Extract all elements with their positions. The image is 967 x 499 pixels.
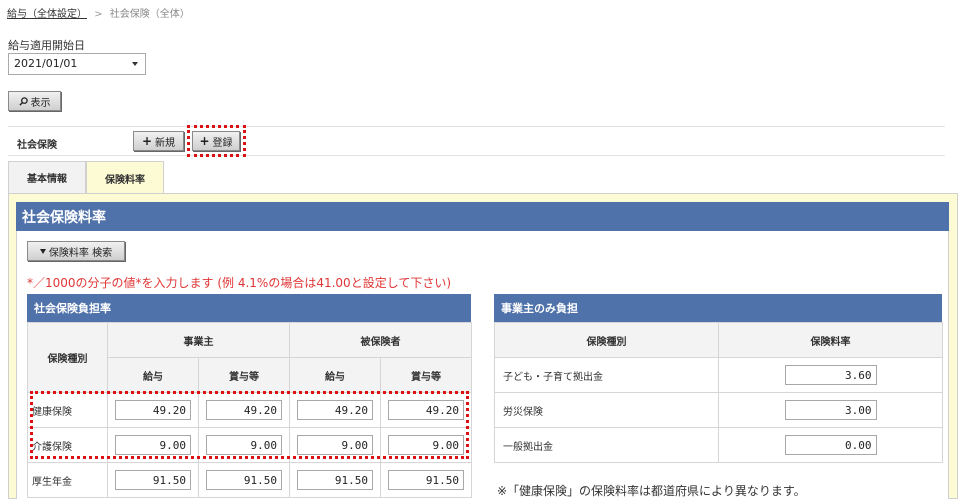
breadcrumb-link-salary-settings[interactable]: 給与（全体設定） xyxy=(7,9,87,20)
chevron-down-icon xyxy=(132,62,138,66)
input-note: *／1000の分子の値*を入力します (例 4.1%の場合は41.00と設定して… xyxy=(27,276,452,290)
show-button-label: 表示 xyxy=(30,97,51,109)
general-contribution-rate-input[interactable] xyxy=(784,435,877,455)
section-label: 社会保険 xyxy=(17,140,57,151)
table-row: 労災保険 xyxy=(494,392,943,428)
pension-employee-salary-input[interactable] xyxy=(297,470,373,490)
pension-employee-bonus-input[interactable] xyxy=(388,470,464,490)
row-label-child-contribution: 子ども・子育て拠出金 xyxy=(494,357,719,393)
panel-title: 社会保険料率 xyxy=(16,202,949,231)
rate-search-toggle-button[interactable]: 保険料率 検索 xyxy=(27,241,125,261)
col-header-rate: 保険料率 xyxy=(718,322,943,358)
row-label-general-contribution: 一般拠出金 xyxy=(494,427,719,463)
employer-table: 保険種別 保険料率 子ども・子育て拠出金 労災保険 一般拠出金 xyxy=(494,322,943,463)
register-highlight-box xyxy=(187,125,246,157)
tab-insurance-rates[interactable]: 保険料率 xyxy=(86,161,164,194)
prefecture-note: ※「健康保険」の保険料率は都道府県により異なります。 xyxy=(497,484,806,498)
new-button[interactable]: + 新規 xyxy=(133,131,184,151)
col-group-employee: 被保険者 xyxy=(289,322,472,358)
date-select[interactable]: 2021/01/01 xyxy=(8,53,146,75)
search-icon xyxy=(18,96,28,106)
col-header-employee-salary: 給与 xyxy=(289,357,381,393)
employer-table-title: 事業主のみ負担 xyxy=(494,294,942,322)
breadcrumb-separator: > xyxy=(94,9,103,20)
child-contribution-rate-input[interactable] xyxy=(784,365,877,385)
rows-highlight-box xyxy=(30,391,469,459)
date-select-value: 2021/01/01 xyxy=(14,57,78,70)
rate-search-toggle-label: 保険料率 検索 xyxy=(48,247,113,259)
breadcrumb-current: 社会保険（全体） xyxy=(109,9,190,20)
plus-icon: + xyxy=(141,134,153,148)
workers-comp-rate-input[interactable] xyxy=(784,400,877,420)
table-row: 子ども・子育て拠出金 xyxy=(494,357,943,393)
pension-employer-salary-input[interactable] xyxy=(115,470,191,490)
col-header-employer-salary: 給与 xyxy=(107,357,199,393)
col-header-employer-bonus: 賞与等 xyxy=(198,357,290,393)
col-header-insurance-type: 保険種別 xyxy=(27,322,108,393)
date-label: 給与適用開始日 xyxy=(8,39,85,52)
new-button-label: 新規 xyxy=(155,137,176,149)
breadcrumb: 給与（全体設定） > 社会保険（全体） xyxy=(7,5,190,20)
row-label-pension: 厚生年金 xyxy=(27,462,108,498)
table-row: 一般拠出金 xyxy=(494,427,943,463)
col-header-insurance-type: 保険種別 xyxy=(494,322,719,358)
col-group-employer: 事業主 xyxy=(107,322,290,358)
row-label-workers-comp: 労災保険 xyxy=(494,392,719,428)
burden-table-title: 社会保険負担率 xyxy=(27,294,471,322)
triangle-down-icon xyxy=(39,248,46,254)
col-header-employee-bonus: 賞与等 xyxy=(380,357,472,393)
show-button[interactable]: 表示 xyxy=(8,91,61,111)
tab-basic-info[interactable]: 基本情報 xyxy=(8,161,86,193)
table-row: 厚生年金 xyxy=(27,462,472,498)
pension-employer-bonus-input[interactable] xyxy=(206,470,282,490)
